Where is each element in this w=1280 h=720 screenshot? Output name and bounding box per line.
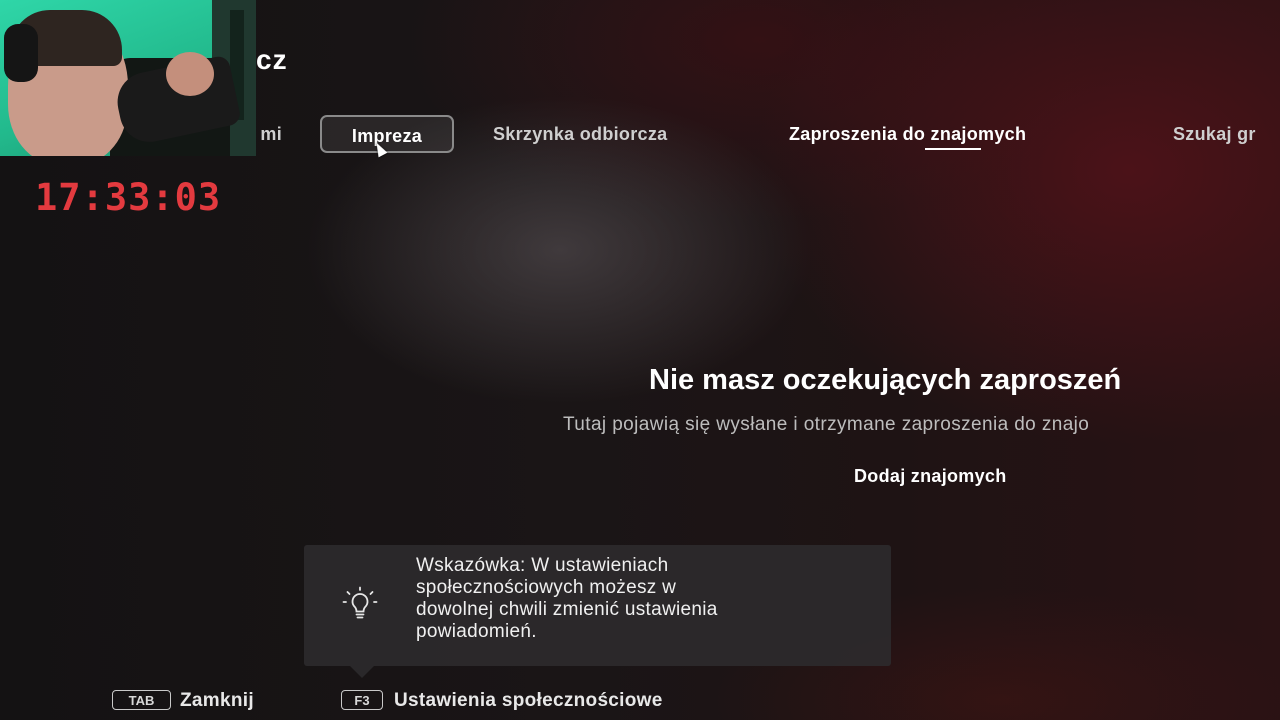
- tab-search[interactable]: Szukaj gr: [1173, 115, 1256, 153]
- tip-line: społecznościowych możesz w: [416, 577, 677, 598]
- tip-tooltip: Wskazówka: W ustawieniach społecznościow…: [304, 545, 891, 678]
- webcam-streamer-hand: [166, 52, 214, 96]
- tab-friend-invites-label: Zaproszenia do znajomych: [789, 124, 1027, 144]
- tab-friends[interactable]: mi: [258, 115, 282, 153]
- tip-text: Wskazówka: W ustawieniach społecznościow…: [416, 555, 866, 643]
- tip-line: Wskazówka: W ustawieniach: [416, 555, 669, 576]
- tab-bar: mi Impreza Skrzynka odbiorcza Zaproszeni…: [0, 115, 1280, 155]
- tab-party[interactable]: Impreza: [320, 115, 454, 153]
- f3-key-hint: F3: [341, 690, 383, 710]
- add-friends-button[interactable]: Dodaj znajomych: [842, 462, 1019, 491]
- close-button[interactable]: Zamknij: [180, 688, 254, 714]
- tab-inbox[interactable]: Skrzynka odbiorcza: [493, 115, 667, 153]
- stream-timer: 17:33:03: [35, 176, 222, 219]
- tip-line: powiadomień.: [416, 621, 537, 642]
- empty-state-description: Tutaj pojawią się wysłane i otrzymane za…: [563, 414, 1090, 435]
- empty-state-title: Nie masz oczekujących zaproszeń: [649, 364, 1122, 396]
- webcam-headset: [4, 24, 38, 82]
- page-title: cz: [256, 44, 288, 75]
- tab-friend-invites[interactable]: Zaproszenia do znajomych: [789, 115, 1026, 153]
- tab-key-hint: TAB: [112, 690, 171, 710]
- lightbulb-icon: [342, 586, 378, 619]
- tip-line: dowolnej chwili zmienić ustawienia: [416, 599, 718, 620]
- social-settings-button[interactable]: Ustawienia społecznościowe: [394, 688, 663, 714]
- footer-hints: TAB Zamknij F3 Ustawienia społecznościow…: [0, 688, 1280, 718]
- tab-selected-underline: [925, 148, 981, 150]
